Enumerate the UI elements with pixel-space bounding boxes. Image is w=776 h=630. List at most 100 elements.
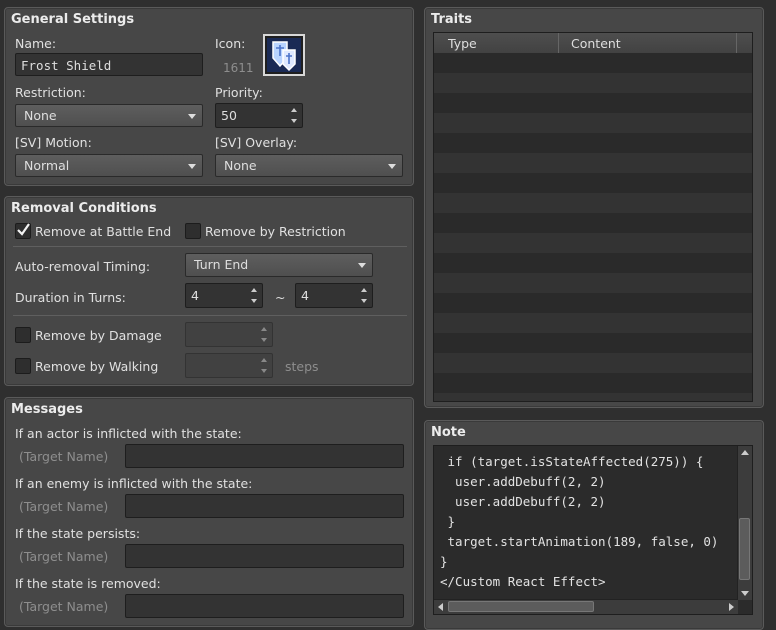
note-textarea[interactable]: if (target.isStateAffected(275)) { user.… [433, 445, 753, 615]
messages-title: Messages [11, 402, 83, 417]
spin-up-icon[interactable] [261, 327, 267, 331]
actor-message-label: If an actor is inflicted with the state: [15, 426, 242, 441]
note-line: </Custom React Effect> [440, 574, 606, 589]
note-panel: Note if (target.isStateAffected(275)) { … [424, 420, 764, 630]
table-row[interactable] [434, 373, 752, 393]
timing-select[interactable]: Turn End [185, 253, 373, 277]
divider [13, 246, 407, 247]
motion-select[interactable]: Normal [15, 154, 203, 177]
duration-max-stepper[interactable]: 4 [295, 283, 373, 308]
priority-stepper[interactable]: 50 [215, 103, 303, 128]
duration-min-stepper[interactable]: 4 [185, 283, 263, 308]
overlay-select[interactable]: None [215, 154, 403, 177]
priority-value: 50 [221, 108, 237, 123]
table-row[interactable] [434, 153, 752, 173]
note-vertical-scrollbar[interactable] [737, 446, 752, 600]
name-label: Name: [15, 36, 57, 51]
table-row[interactable] [434, 393, 752, 401]
column-divider [558, 33, 559, 53]
spin-down-icon[interactable] [261, 369, 267, 373]
scroll-right-icon[interactable] [729, 603, 734, 611]
battle-end-label[interactable]: Remove at Battle End [35, 224, 171, 239]
spin-down-icon[interactable] [251, 299, 257, 303]
duration-label: Duration in Turns: [15, 290, 126, 305]
walking-steps-stepper[interactable] [185, 353, 273, 378]
traits-table[interactable]: Type Content [433, 32, 753, 402]
table-row[interactable] [434, 133, 752, 153]
target-name-placeholder: (Target Name) [19, 499, 109, 514]
motion-value: Normal [24, 158, 70, 173]
note-line: target.startAnimation(189, false, 0) [440, 534, 719, 549]
frost-shield-icon [267, 38, 301, 72]
traits-panel: Traits Type Content [424, 7, 764, 408]
spin-down-icon[interactable] [291, 119, 297, 123]
table-row[interactable] [434, 173, 752, 193]
priority-label: Priority: [215, 85, 263, 100]
traits-title: Traits [431, 12, 473, 27]
restriction-select[interactable]: None [15, 104, 203, 127]
spin-up-icon[interactable] [291, 108, 297, 112]
table-row[interactable] [434, 293, 752, 313]
table-row[interactable] [434, 73, 752, 93]
remove-by-damage-checkbox[interactable] [15, 327, 31, 343]
icon-index: 1611 [223, 61, 254, 75]
battle-end-checkbox[interactable] [15, 223, 31, 239]
table-row[interactable] [434, 233, 752, 253]
persist-message-input[interactable] [125, 544, 404, 568]
scroll-left-icon[interactable] [438, 603, 443, 611]
timing-label: Auto-removal Timing: [15, 259, 151, 274]
remove-by-damage-label[interactable]: Remove by Damage [35, 328, 162, 343]
scroll-up-icon[interactable] [741, 450, 749, 455]
traits-table-header: Type Content [434, 33, 752, 54]
spin-up-icon[interactable] [251, 288, 257, 292]
table-row[interactable] [434, 273, 752, 293]
chevron-down-icon [388, 164, 396, 169]
motion-label: [SV] Motion: [15, 135, 92, 150]
table-row[interactable] [434, 113, 752, 133]
remove-by-restriction-label[interactable]: Remove by Restriction [205, 224, 346, 239]
table-row[interactable] [434, 93, 752, 113]
remove-by-restriction-checkbox[interactable] [185, 223, 201, 239]
horizontal-scroll-thumb[interactable] [448, 601, 594, 612]
persist-message-label: If the state persists: [15, 526, 141, 541]
column-header-type[interactable]: Type [448, 36, 477, 51]
chevron-down-icon [358, 263, 366, 268]
removed-message-input[interactable] [125, 594, 404, 618]
name-input[interactable]: Frost Shield [15, 53, 203, 76]
timing-value: Turn End [194, 257, 249, 272]
vertical-scroll-thumb[interactable] [739, 518, 750, 580]
traits-rows[interactable] [434, 53, 752, 401]
damage-percent-stepper[interactable] [185, 322, 273, 347]
spin-down-icon[interactable] [361, 299, 367, 303]
table-row[interactable] [434, 213, 752, 233]
duration-max-value: 4 [301, 288, 309, 303]
note-title: Note [431, 425, 466, 440]
table-row[interactable] [434, 253, 752, 273]
table-row[interactable] [434, 333, 752, 353]
remove-by-walking-label[interactable]: Remove by Walking [35, 359, 158, 374]
spin-down-icon[interactable] [261, 338, 267, 342]
divider [13, 315, 407, 316]
column-header-content[interactable]: Content [571, 36, 621, 51]
note-horizontal-scrollbar[interactable] [434, 599, 738, 614]
enemy-message-input[interactable] [125, 494, 404, 518]
table-row[interactable] [434, 313, 752, 333]
spin-up-icon[interactable] [261, 358, 267, 362]
icon-picker-button[interactable] [263, 34, 305, 76]
table-row[interactable] [434, 193, 752, 213]
steps-label: steps [285, 359, 319, 374]
target-name-placeholder: (Target Name) [19, 449, 109, 464]
chevron-down-icon [188, 114, 196, 119]
chevron-down-icon [188, 164, 196, 169]
restriction-value: None [24, 108, 57, 123]
remove-by-walking-checkbox[interactable] [15, 358, 31, 374]
table-row[interactable] [434, 53, 752, 73]
spin-up-icon[interactable] [361, 288, 367, 292]
actor-message-input[interactable] [125, 444, 404, 468]
name-value: Frost Shield [21, 58, 112, 73]
target-name-placeholder: (Target Name) [19, 549, 109, 564]
enemy-message-label: If an enemy is inflicted with the state: [15, 476, 253, 491]
scroll-down-icon[interactable] [741, 591, 749, 596]
duration-tilde: ~ [275, 290, 286, 305]
table-row[interactable] [434, 353, 752, 373]
